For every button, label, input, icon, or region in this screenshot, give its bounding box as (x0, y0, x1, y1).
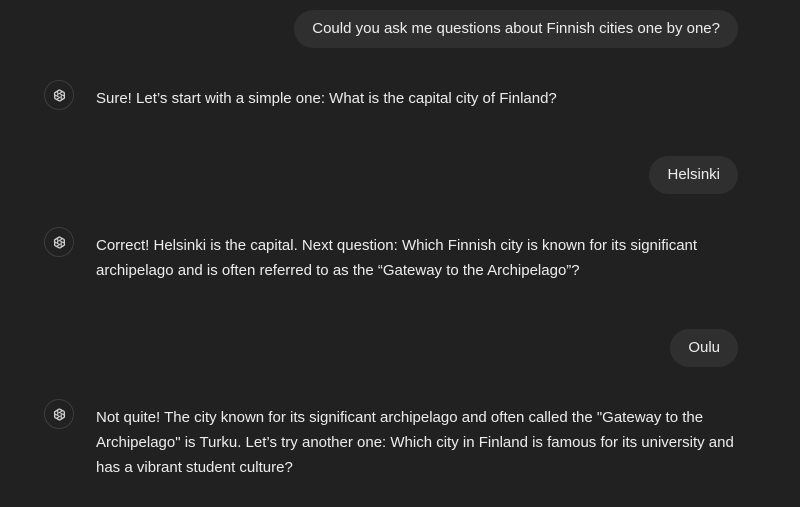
openai-logo-icon (44, 399, 74, 429)
openai-logo-icon (44, 80, 74, 110)
chat-conversation: Could you ask me questions about Finnish… (0, 0, 800, 507)
assistant-message-text: Correct! Helsinki is the capital. Next q… (96, 237, 698, 279)
user-message: Could you ask me questions about Finnish… (294, 10, 738, 48)
user-message-text: Could you ask me questions about Finnish… (312, 20, 720, 37)
user-message-text: Oulu (688, 339, 720, 356)
user-message-text: Helsinki (667, 166, 720, 183)
user-message: Oulu (670, 329, 738, 367)
assistant-message-text: Sure! Let’s start with a simple one: Wha… (96, 90, 557, 107)
assistant-message-text: Not quite! The city known for its signif… (96, 409, 734, 476)
openai-logo-icon (44, 227, 74, 257)
user-message: Helsinki (649, 156, 738, 194)
